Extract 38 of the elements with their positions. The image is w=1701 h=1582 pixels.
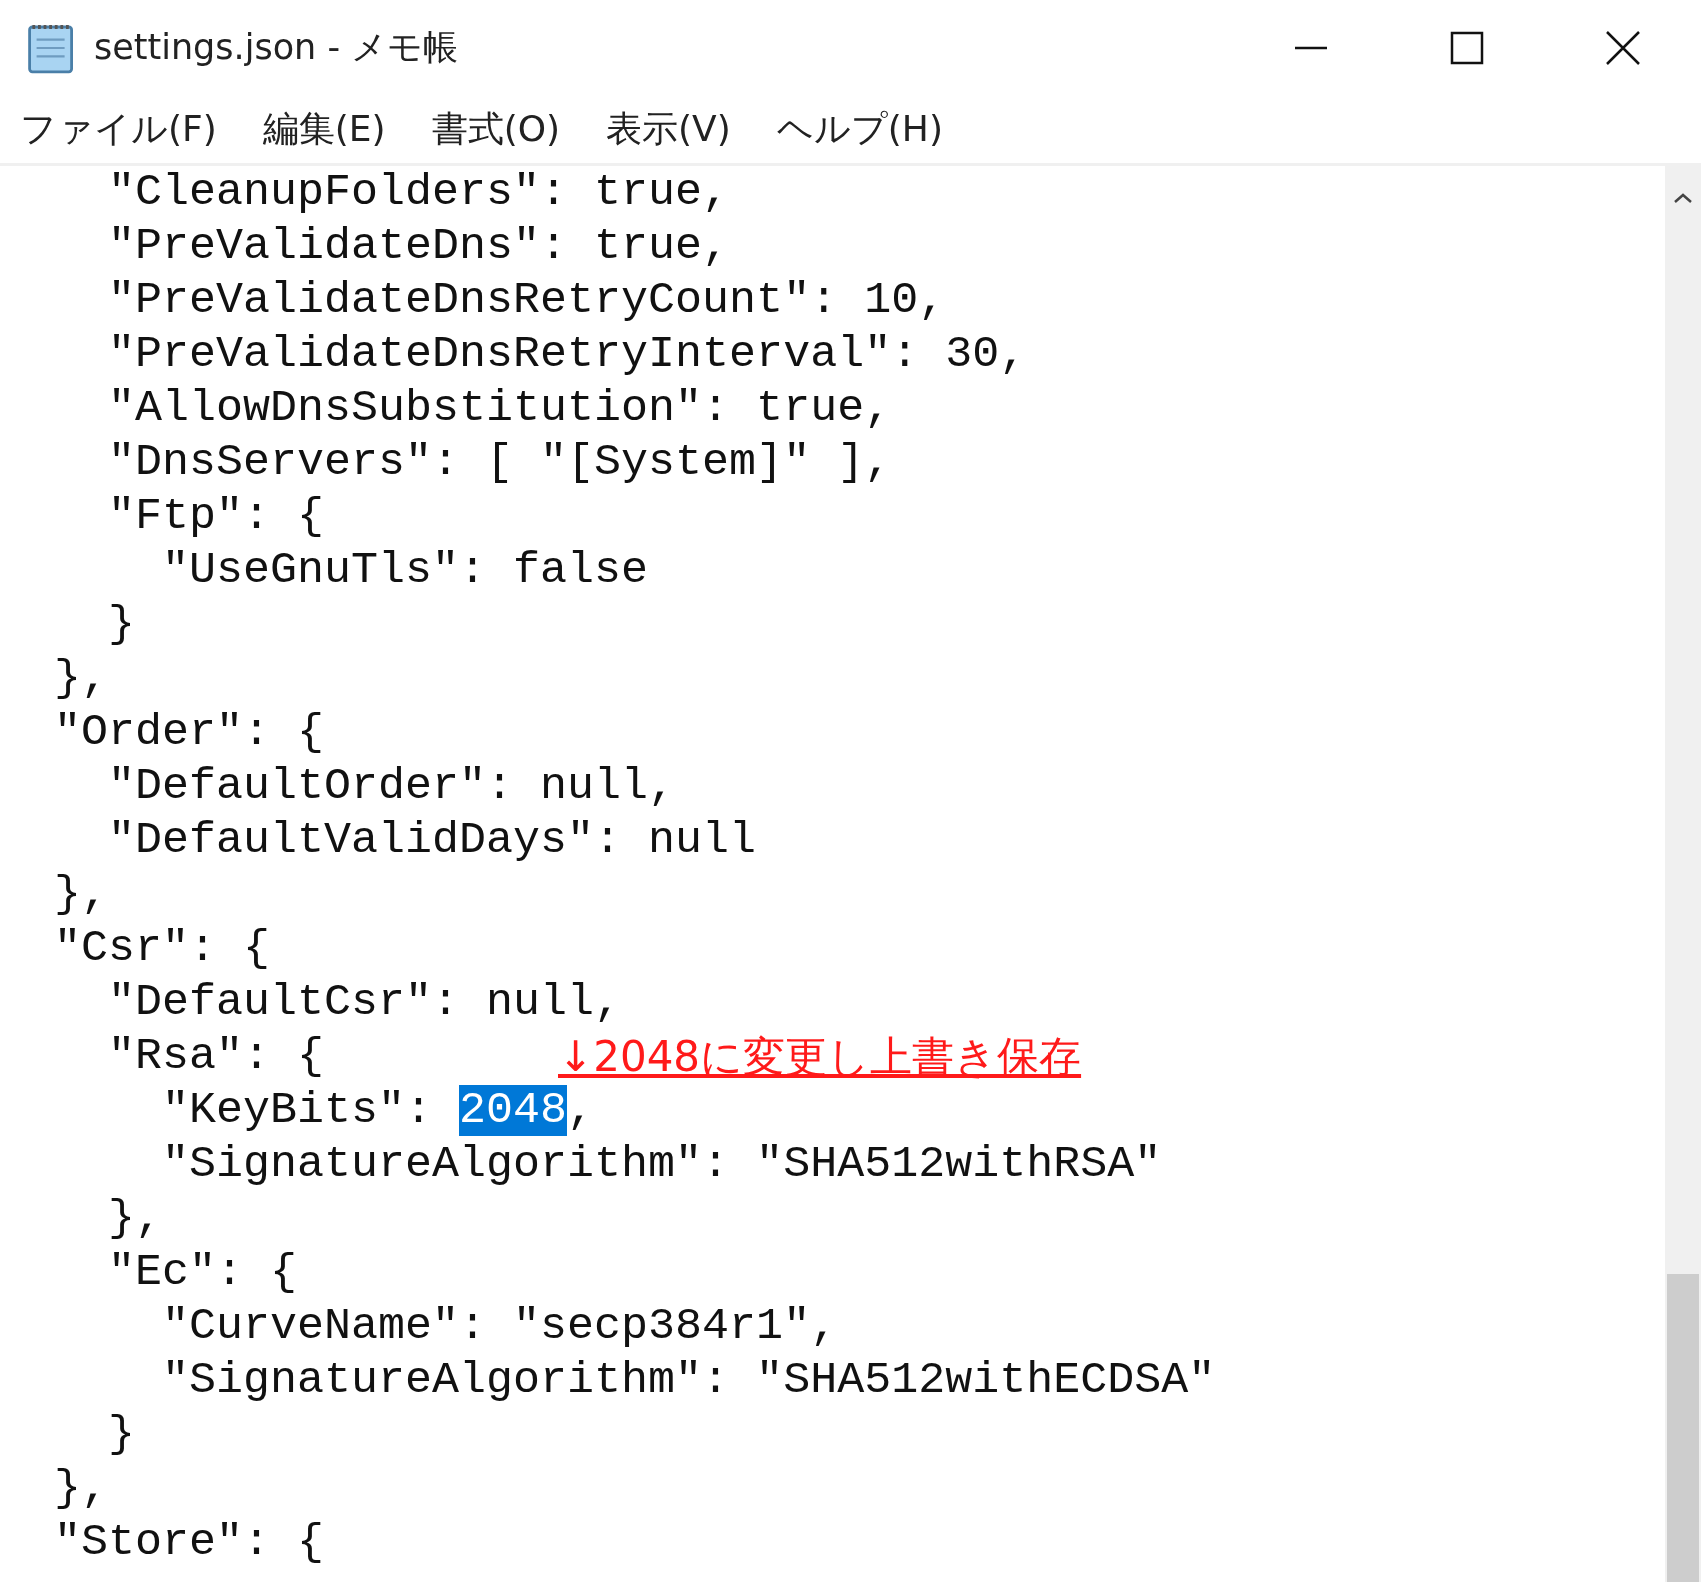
code-text: "AllowDnsSubstitution": true,	[107, 383, 892, 434]
code-text: "SignatureAlgorithm": "SHA512withRSA"	[161, 1139, 1162, 1190]
code-text: },	[53, 653, 109, 704]
scrollbar[interactable]	[1665, 166, 1701, 1582]
code-text: "DnsServers": [ "[System]" ],	[107, 437, 892, 488]
code-text: "Order": {	[53, 707, 325, 758]
code-text: "PreValidateDnsRetryCount": 10,	[107, 275, 946, 326]
window-title: settings.json - メモ帳	[94, 26, 459, 69]
code-text: "Ec": {	[107, 1247, 298, 1298]
code-text: "Store": {	[53, 1517, 325, 1568]
annotation-text: ↓2048に変更し上書き保存	[558, 1031, 1082, 1083]
code-text: }	[107, 1409, 136, 1460]
code-text: "PreValidateDns": true,	[107, 221, 730, 272]
code-text: },	[107, 1193, 163, 1244]
code-text: }	[107, 599, 136, 650]
menu-item[interactable]: 書式(O)	[431, 104, 561, 154]
code-text: ,	[567, 1085, 595, 1136]
code-text: "DefaultCsr": null,	[107, 977, 622, 1028]
code-text: "KeyBits":	[161, 1085, 434, 1136]
menu-item[interactable]: ファイル(F)	[20, 104, 217, 154]
scroll-thumb[interactable]	[1667, 1274, 1699, 1582]
code-text: "PreValidateDnsRetryInterval": 30,	[107, 329, 1027, 380]
code-text: "UseGnuTls": false	[161, 545, 649, 596]
selected-text: 2048	[459, 1085, 568, 1136]
code-text: "CleanupFolders": true,	[107, 167, 730, 218]
code-text: "DefaultOrder": null,	[107, 761, 676, 812]
menu-item[interactable]: ヘルプ(H)	[776, 104, 943, 154]
code-text: },	[53, 869, 109, 920]
code-text: "CurveName": "secp384r1",	[161, 1301, 838, 1352]
code-text: "DefaultValidDays": null	[107, 815, 757, 866]
menu-item[interactable]: 編集(E)	[262, 104, 386, 154]
menu-item[interactable]: 表示(V)	[606, 104, 731, 154]
scroll-up-icon[interactable]	[1673, 192, 1693, 204]
code-text: "SignatureAlgorithm": "SHA512withECDSA"	[161, 1355, 1216, 1406]
code-text: "Ftp": {	[107, 491, 325, 542]
code-text: "Rsa": {	[107, 1031, 325, 1082]
code-text: "Csr": {	[53, 923, 271, 974]
code-text: },	[53, 1463, 109, 1514]
